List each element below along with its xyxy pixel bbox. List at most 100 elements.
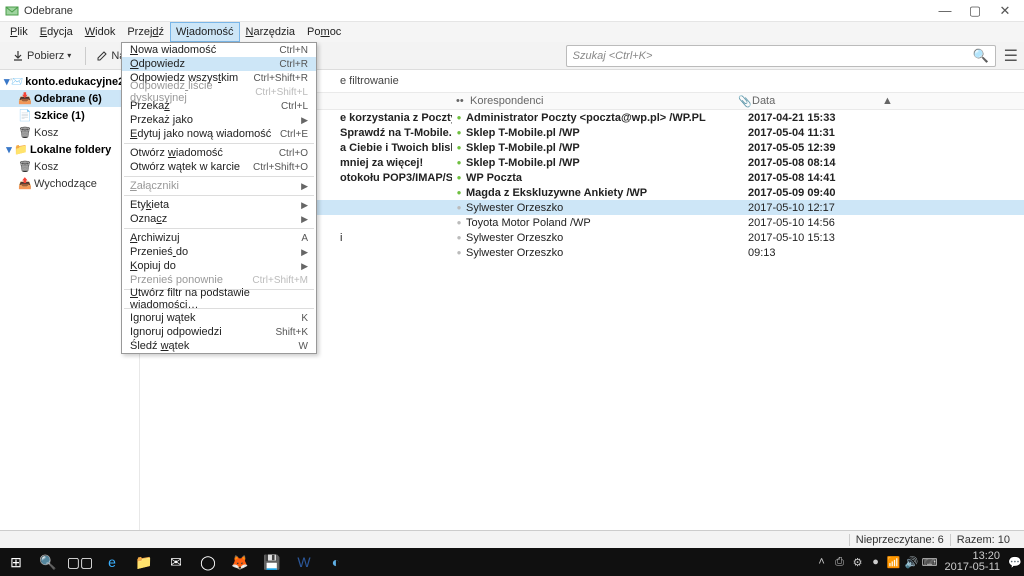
message-date: 2017-05-10 14:56 xyxy=(748,217,888,229)
read-status-dot: ● xyxy=(452,203,466,212)
firefox-icon[interactable]: 🦊 xyxy=(224,548,256,576)
menu-item: Przenieś ponownieCtrl+Shift+M xyxy=(122,273,316,287)
chrome-icon[interactable]: ◯ xyxy=(192,548,224,576)
menu-item[interactable]: Śledź wątekW xyxy=(122,339,316,353)
message-correspondent: Administrator Poczty <poczta@wp.pl> /WP.… xyxy=(466,112,734,124)
menu-wiadomość[interactable]: Wiadomość xyxy=(170,22,239,42)
mail-icon: 📨 xyxy=(10,75,24,88)
tray-icon[interactable]: ⎙ xyxy=(831,556,849,569)
tray-up-icon[interactable]: ˄ xyxy=(813,556,831,568)
menu-item[interactable]: Przenieś do▶ xyxy=(122,245,316,259)
message-menu-dropdown: Nowa wiadomośćCtrl+NOdpowiedzCtrl+R Odpow… xyxy=(121,42,317,354)
message-correspondent: Sylwester Orzeszko xyxy=(466,202,734,214)
menu-item[interactable]: ArchiwizujA xyxy=(122,231,316,245)
tray-icon[interactable]: ● xyxy=(867,556,885,568)
inbox-folder[interactable]: 📥 Odebrane (6) xyxy=(0,90,139,107)
search-input[interactable]: Szukaj <Ctrl+K> 🔍 xyxy=(566,45,996,67)
trash-icon: 🗑 xyxy=(18,126,32,139)
minimize-button[interactable]: — xyxy=(930,1,960,21)
windows-taskbar: ⊞ 🔍 ▢▢ e 📁 ✉ ◯ 🦊 💾 W ◐ ˄ ⎙ ⚙ ● 📶 🔊 ⌨ 13:… xyxy=(0,548,1024,576)
menubar: PlikEdycjaWidokPrzejdźWiadomośćNarzędzia… xyxy=(0,22,1024,42)
unread-count: Nieprzeczytane: 6 xyxy=(849,534,950,546)
explorer-icon[interactable]: 📁 xyxy=(128,548,160,576)
search-icon[interactable]: 🔍 xyxy=(972,48,988,64)
compose-icon xyxy=(96,50,108,62)
save-icon[interactable]: 💾 xyxy=(256,548,288,576)
tray-icon[interactable]: ⚙ xyxy=(849,556,867,569)
outbox-icon: 📤 xyxy=(18,177,32,190)
menu-item[interactable]: PrzekażCtrl+L xyxy=(122,99,316,113)
trash-folder-local[interactable]: 🗑 Kosz xyxy=(0,158,139,175)
correspondents-column[interactable]: Korespondenci xyxy=(466,95,734,107)
menu-item[interactable]: Oznacz▶ xyxy=(122,212,316,226)
trash-folder[interactable]: 🗑 Kosz xyxy=(0,124,139,141)
dropdown-arrow-icon: ▾ xyxy=(67,51,71,60)
total-count: Razem: 10 xyxy=(950,534,1016,546)
message-date: 2017-05-08 08:14 xyxy=(748,157,888,169)
menu-plik[interactable]: Plik xyxy=(4,22,34,42)
message-correspondent: Sylwester Orzeszko xyxy=(466,232,734,244)
drafts-icon: 📄 xyxy=(18,109,32,122)
menu-item[interactable]: Utwórz filtr na podstawie wiadomości… xyxy=(122,292,316,306)
menu-pomoc[interactable]: Pomoc xyxy=(301,22,347,42)
menu-item[interactable]: OdpowiedzCtrl+R xyxy=(122,57,316,71)
menu-edycja[interactable]: Edycja xyxy=(34,22,79,42)
menu-item[interactable]: Ignoruj odpowiedziShift+K xyxy=(122,325,316,339)
trash-icon: 🗑 xyxy=(18,160,32,173)
inbox-icon: 📥 xyxy=(18,92,32,105)
volume-icon[interactable]: 🔊 xyxy=(903,556,921,569)
taskbar-clock[interactable]: 13:20 2017-05-11 xyxy=(939,551,1006,573)
message-date: 09:13 xyxy=(748,247,888,259)
read-status-dot: ● xyxy=(452,113,466,122)
keyboard-icon[interactable]: ⌨ xyxy=(921,556,939,569)
maximize-button[interactable]: ▢ xyxy=(960,1,990,21)
drafts-folder[interactable]: 📄 Szkice (1) xyxy=(0,107,139,124)
menu-widok[interactable]: Widok xyxy=(79,22,122,42)
message-date: 2017-05-09 09:40 xyxy=(748,187,888,199)
menu-item[interactable]: Kopiuj do▶ xyxy=(122,259,316,273)
menu-przejdź[interactable]: Przejdź xyxy=(121,22,170,42)
network-icon[interactable]: 📶 xyxy=(885,556,903,569)
thunderbird-icon[interactable]: ◐ xyxy=(320,548,352,576)
download-icon xyxy=(12,50,24,62)
read-status-column[interactable]: •• xyxy=(452,95,466,107)
app-menu-button[interactable]: ☰ xyxy=(1004,46,1018,66)
message-date: 2017-05-10 12:17 xyxy=(748,202,888,214)
account-row[interactable]: ▾ 📨 konto.edukacyjne2@wp. xyxy=(0,73,139,90)
message-correspondent: Sylwester Orzeszko xyxy=(466,247,734,259)
date-column[interactable]: Data xyxy=(748,95,878,107)
read-status-dot: ● xyxy=(452,218,466,227)
read-status-dot: ● xyxy=(452,233,466,242)
local-folders-row[interactable]: ▾ 📁 Lokalne foldery xyxy=(0,141,139,158)
window-title: Odebrane xyxy=(24,5,73,17)
menu-item[interactable]: Ignoruj wątekK xyxy=(122,311,316,325)
menu-item: Odpowiedz liście dyskusyjnejCtrl+Shift+L xyxy=(122,85,316,99)
menu-item[interactable]: Edytuj jako nową wiadomośćCtrl+E xyxy=(122,127,316,141)
outgoing-folder[interactable]: 📤 Wychodzące xyxy=(0,175,139,192)
menu-item[interactable]: Otwórz wątek w karcieCtrl+Shift+O xyxy=(122,160,316,174)
read-status-dot: ● xyxy=(452,158,466,167)
folder-sidebar: ▾ 📨 konto.edukacyjne2@wp. 📥 Odebrane (6)… xyxy=(0,70,140,530)
menu-narzędzia[interactable]: Narzędzia xyxy=(240,22,302,42)
task-view-icon[interactable]: ▢▢ xyxy=(64,548,96,576)
twisty-open-icon[interactable]: ▾ xyxy=(4,143,14,156)
sort-indicator[interactable]: ▲ xyxy=(878,95,892,107)
message-correspondent: Sklep T-Mobile.pl /WP xyxy=(466,157,734,169)
menu-item[interactable]: Przekaż jako▶ xyxy=(122,113,316,127)
window-titlebar: Odebrane — ▢ ✕ xyxy=(0,0,1024,22)
get-mail-button[interactable]: Pobierz ▾ xyxy=(6,48,77,64)
attachment-column[interactable]: 📎 xyxy=(734,95,748,108)
menu-item[interactable]: Otwórz wiadomośćCtrl+O xyxy=(122,146,316,160)
start-button[interactable]: ⊞ xyxy=(0,548,32,576)
edge-icon[interactable]: e xyxy=(96,548,128,576)
folder-icon: 📁 xyxy=(14,143,28,156)
word-icon[interactable]: W xyxy=(288,548,320,576)
message-correspondent: Toyota Motor Poland /WP xyxy=(466,217,734,229)
close-button[interactable]: ✕ xyxy=(990,1,1020,21)
menu-item[interactable]: Nowa wiadomośćCtrl+N xyxy=(122,43,316,57)
menu-item[interactable]: Etykieta▶ xyxy=(122,198,316,212)
search-taskbar-icon[interactable]: 🔍 xyxy=(32,548,64,576)
notifications-icon[interactable]: 💬 xyxy=(1006,556,1024,569)
mail-app-icon[interactable]: ✉ xyxy=(160,548,192,576)
menu-item: Załączniki▶ xyxy=(122,179,316,193)
